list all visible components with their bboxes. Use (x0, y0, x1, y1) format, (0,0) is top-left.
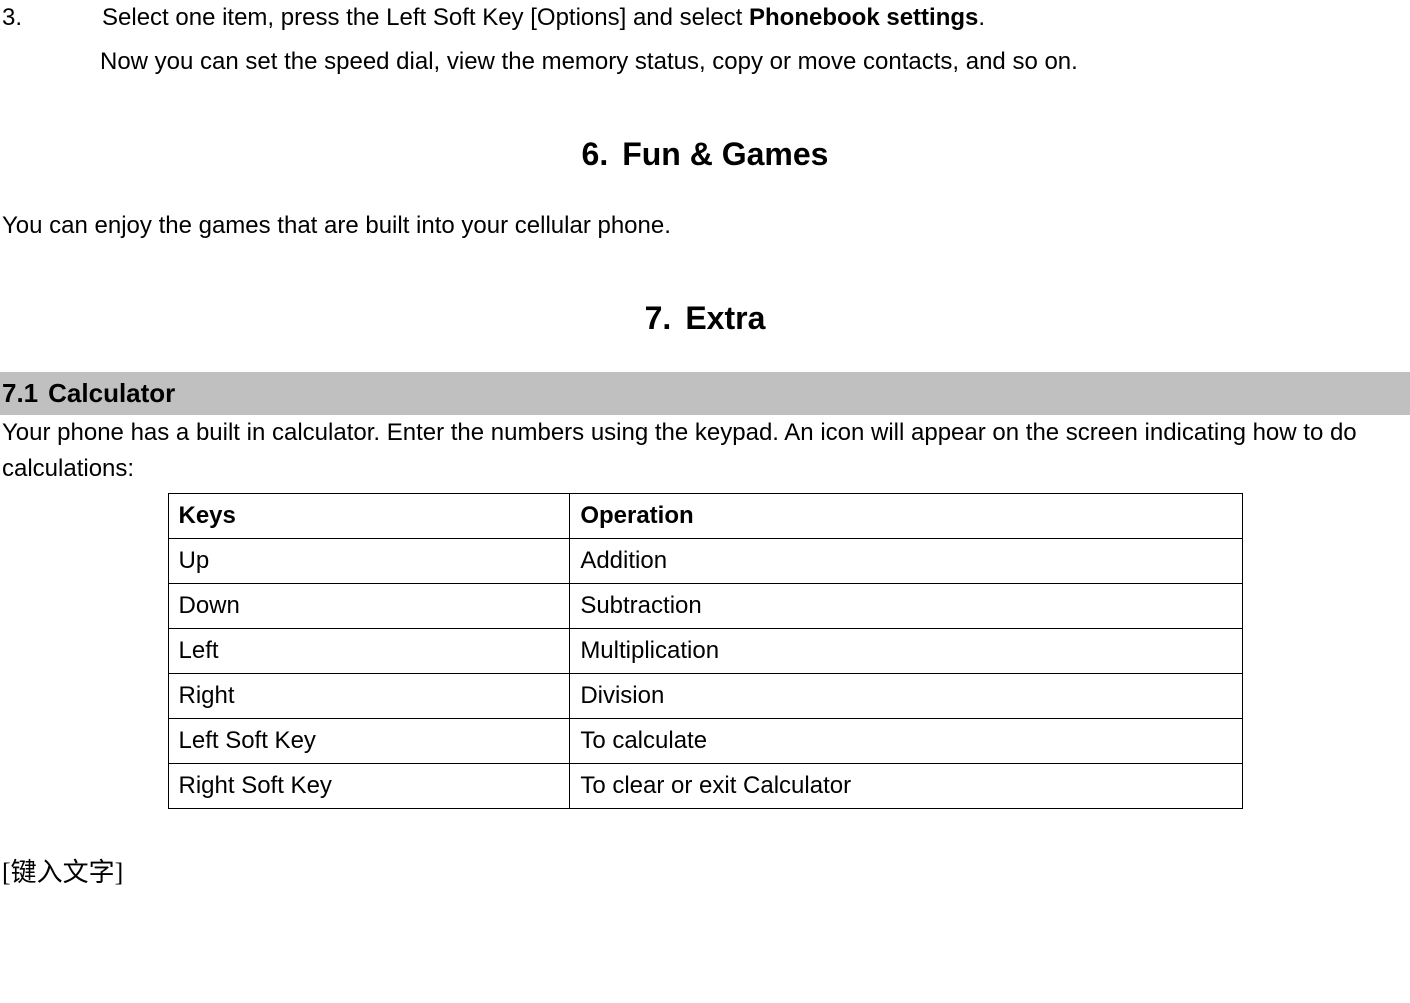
section-7-number: 7. (645, 294, 672, 342)
table-cell-key: Left Soft Key (168, 719, 570, 764)
section-6-body: You can enjoy the games that are built i… (0, 208, 1410, 244)
table-cell-operation: To clear or exit Calculator (570, 764, 1242, 809)
table-header-keys: Keys (168, 494, 570, 539)
table-cell-key: Down (168, 584, 570, 629)
subsection-7-1-title: Calculator (48, 378, 175, 408)
list-item-text-pre: Select one item, press the Left Soft Key… (102, 4, 749, 31)
subsection-7-1-body: Your phone has a built in calculator. En… (0, 415, 1410, 487)
table-cell-key: Right Soft Key (168, 764, 570, 809)
table-cell-operation: Multiplication (570, 629, 1242, 674)
section-6-title: Fun & Games (622, 136, 828, 172)
table-cell-operation: Addition (570, 539, 1242, 584)
subsection-7-1-heading: 7.1 Calculator (0, 372, 1410, 415)
table-row: Right Division (168, 674, 1242, 719)
table-cell-operation: Division (570, 674, 1242, 719)
table-header-row: Keys Operation (168, 494, 1242, 539)
subsection-7-1-number: 7.1 (2, 374, 38, 413)
table-cell-key: Right (168, 674, 570, 719)
list-item-body: Select one item, press the Left Soft Key… (102, 0, 1410, 36)
calculator-keys-table: Keys Operation Up Addition Down Subtract… (168, 493, 1243, 809)
table-cell-key: Left (168, 629, 570, 674)
table-row: Right Soft Key To clear or exit Calculat… (168, 764, 1242, 809)
table-row: Up Addition (168, 539, 1242, 584)
table-header-operation: Operation (570, 494, 1242, 539)
table-row: Down Subtraction (168, 584, 1242, 629)
table-cell-key: Up (168, 539, 570, 584)
list-item-text-bold: Phonebook settings (749, 4, 978, 31)
table-cell-operation: To calculate (570, 719, 1242, 764)
section-7-heading: 7. Extra (0, 294, 1410, 342)
list-item-continuation: Now you can set the speed dial, view the… (0, 36, 1410, 80)
list-number: 3. (0, 0, 102, 36)
section-7-title: Extra (685, 300, 765, 336)
table-cell-operation: Subtraction (570, 584, 1242, 629)
footer-placeholder-text: [键入文字] (0, 853, 1410, 892)
section-6-heading: 6. Fun & Games (0, 130, 1410, 178)
table-row: Left Multiplication (168, 629, 1242, 674)
section-6-number: 6. (582, 130, 609, 178)
table-row: Left Soft Key To calculate (168, 719, 1242, 764)
ordered-list-item-3: 3. Select one item, press the Left Soft … (0, 0, 1410, 36)
list-item-text-post: . (978, 4, 985, 31)
